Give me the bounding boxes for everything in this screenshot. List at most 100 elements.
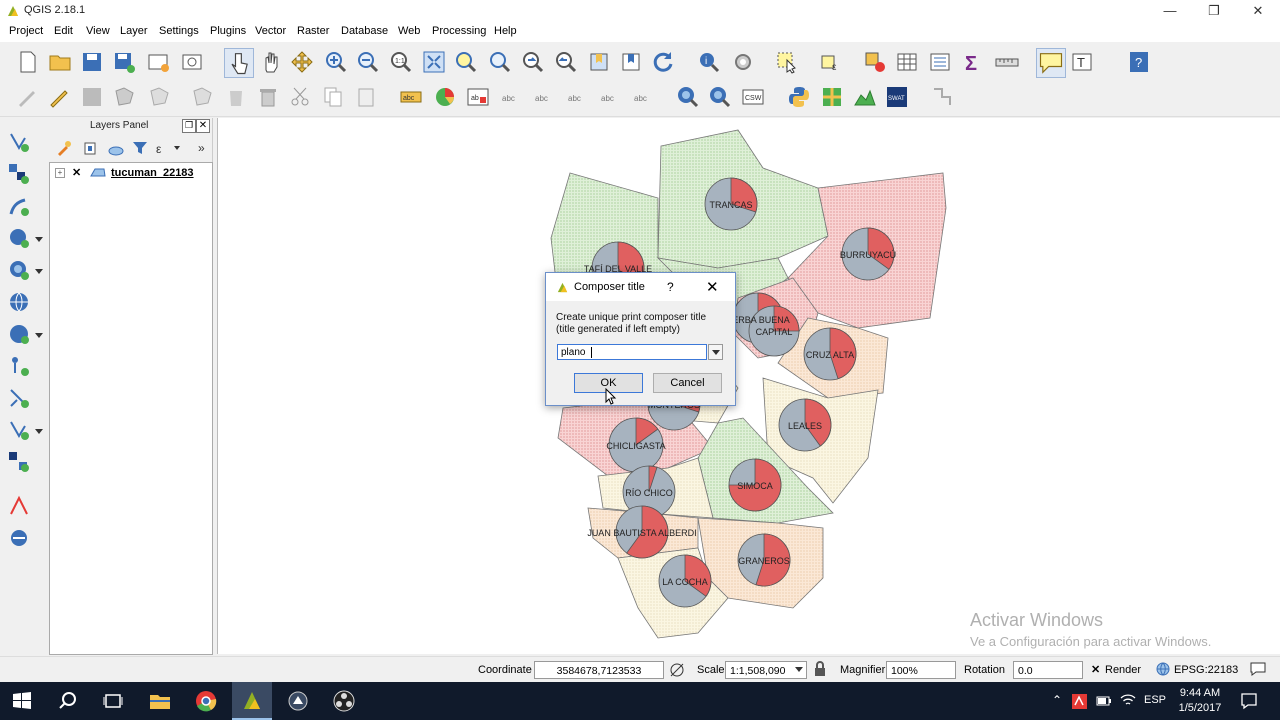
add-postgis-layer-icon[interactable] [7, 194, 31, 218]
close-panel-button[interactable]: ✕ [196, 119, 210, 133]
identify-features-icon[interactable]: i [697, 50, 721, 74]
toggle-editing-icon[interactable] [47, 85, 71, 109]
action-center-icon[interactable] [1240, 692, 1258, 710]
zoom-full-icon[interactable] [422, 50, 446, 74]
profile-tool-icon[interactable] [853, 85, 877, 109]
paste-features-icon[interactable] [354, 85, 378, 109]
map-tips-icon[interactable] [1036, 48, 1066, 78]
run-feature-action-icon[interactable] [731, 50, 755, 74]
add-wcs-layer-icon[interactable] [7, 322, 31, 346]
restore-button[interactable]: ❐ [1192, 0, 1236, 22]
label-toolbar-icon[interactable]: abc [399, 85, 423, 109]
menu-database[interactable]: Database [341, 25, 388, 37]
wifi-icon[interactable] [1120, 693, 1136, 707]
add-group-icon[interactable] [82, 140, 98, 156]
chevron-down-icon[interactable] [34, 332, 44, 340]
add-wfs-layer-icon[interactable] [7, 450, 31, 474]
add-vector-layer-icon[interactable] [7, 130, 31, 154]
task-view-icon[interactable] [101, 689, 125, 713]
measure-line-icon[interactable] [995, 50, 1019, 74]
new-shapefile-icon[interactable] [7, 418, 31, 442]
trash-icon[interactable] [256, 85, 280, 109]
show-hide-labels-icon[interactable]: abc [532, 85, 556, 109]
open-project-icon[interactable] [48, 50, 72, 74]
rotate-label-icon[interactable]: abc [598, 85, 622, 109]
menu-web[interactable]: Web [398, 25, 420, 37]
deselect-features-icon[interactable] [863, 50, 887, 74]
touch-zoom-icon[interactable] [224, 48, 254, 78]
tray-expand-icon[interactable]: ⌃ [1052, 693, 1062, 707]
add-delimited-text-icon[interactable] [7, 354, 31, 378]
render-checkbox[interactable]: ✕ [1091, 663, 1100, 676]
zoom-out-icon[interactable] [356, 50, 380, 74]
zoom-native-icon[interactable]: 1:1 [389, 50, 413, 74]
pin-labels-icon[interactable]: ab [466, 85, 490, 109]
battery-icon[interactable] [1096, 695, 1112, 707]
composer-manager-icon[interactable] [180, 50, 204, 74]
chevron-down-icon[interactable] [795, 667, 803, 673]
add-spatialite-layer-icon[interactable] [7, 226, 31, 250]
expand-layer-icon[interactable]: + [55, 168, 65, 178]
zoom-in-icon[interactable] [324, 50, 348, 74]
select-features-icon[interactable] [775, 50, 799, 74]
menu-raster[interactable]: Raster [297, 25, 329, 37]
plugin-disabled-icon[interactable] [930, 85, 954, 109]
pan-map-icon[interactable] [258, 50, 282, 74]
title-dropdown-button[interactable] [708, 344, 723, 360]
save-layer-edits-icon[interactable] [80, 85, 104, 109]
swat-plugin-icon[interactable]: SWAT [885, 85, 909, 109]
manage-visibility-icon[interactable] [108, 142, 124, 158]
diagram-icon[interactable] [433, 85, 457, 109]
cancel-button[interactable]: Cancel [653, 373, 722, 393]
dialog-close-icon[interactable]: ✕ [706, 278, 719, 296]
menu-project[interactable]: Project [9, 25, 43, 37]
move-feature-icon[interactable] [148, 85, 172, 109]
menu-processing[interactable]: Processing [432, 25, 486, 37]
menu-help[interactable]: Help [494, 25, 517, 37]
magnifier-field[interactable]: 100% [886, 661, 956, 679]
new-composer-icon[interactable] [146, 50, 170, 74]
metasearch-icon[interactable] [676, 85, 700, 109]
delete-selected-icon[interactable] [224, 85, 248, 109]
layer-name[interactable]: tucuman_22183 [111, 167, 194, 179]
coordinate-field[interactable]: 3584678,7123533 [534, 661, 664, 679]
select-by-expression-icon[interactable]: ε [819, 50, 843, 74]
float-panel-button[interactable]: ❐ [182, 119, 196, 133]
copy-features-icon[interactable] [321, 85, 345, 109]
text-annotation-icon[interactable]: T [1070, 50, 1094, 74]
chevron-down-icon[interactable] [34, 268, 44, 276]
toggle-extents-icon[interactable] [669, 662, 685, 678]
add-raster-layer-icon[interactable] [7, 162, 31, 186]
zoom-to-selection-icon[interactable] [454, 50, 478, 74]
rotation-field[interactable]: 0.0 [1013, 661, 1083, 679]
add-feature-icon[interactable] [113, 85, 137, 109]
lock-scale-icon[interactable] [813, 661, 827, 677]
chevron-down-icon[interactable] [34, 428, 44, 436]
crs-label[interactable]: EPSG:22183 [1174, 664, 1238, 676]
zoom-last-icon[interactable] [521, 50, 545, 74]
more-tools-icon[interactable]: » [198, 141, 205, 155]
composer-title-input[interactable]: plano [557, 344, 707, 360]
dialog-help-button[interactable]: ? [667, 280, 674, 294]
windows-start-icon[interactable] [10, 689, 34, 713]
add-oracle-layer-icon[interactable] [7, 494, 31, 518]
antivirus-icon[interactable] [1072, 694, 1087, 709]
app-icon[interactable] [286, 689, 310, 713]
open-layer-styling-icon[interactable] [56, 140, 72, 156]
input-language[interactable]: ESP [1144, 694, 1166, 706]
menu-view[interactable]: View [86, 25, 110, 37]
chevron-down-icon[interactable] [34, 236, 44, 244]
crs-globe-icon[interactable] [1156, 662, 1170, 676]
python-console-icon[interactable] [787, 85, 811, 109]
search-icon[interactable] [56, 689, 80, 713]
metasearch-globe-icon[interactable] [708, 85, 732, 109]
clock[interactable]: 9:44 AM 1/5/2017 [1172, 686, 1228, 716]
cut-features-icon[interactable] [288, 85, 312, 109]
filter-by-expression-icon[interactable]: ε [156, 140, 180, 156]
field-calculator-icon[interactable]: Σ [961, 50, 985, 74]
menu-settings[interactable]: Settings [159, 25, 199, 37]
change-label-icon[interactable]: abc [631, 85, 655, 109]
csw-icon[interactable]: CSW [741, 85, 765, 109]
zoom-next-icon[interactable] [554, 50, 578, 74]
add-mssql-layer-icon[interactable] [7, 258, 31, 282]
